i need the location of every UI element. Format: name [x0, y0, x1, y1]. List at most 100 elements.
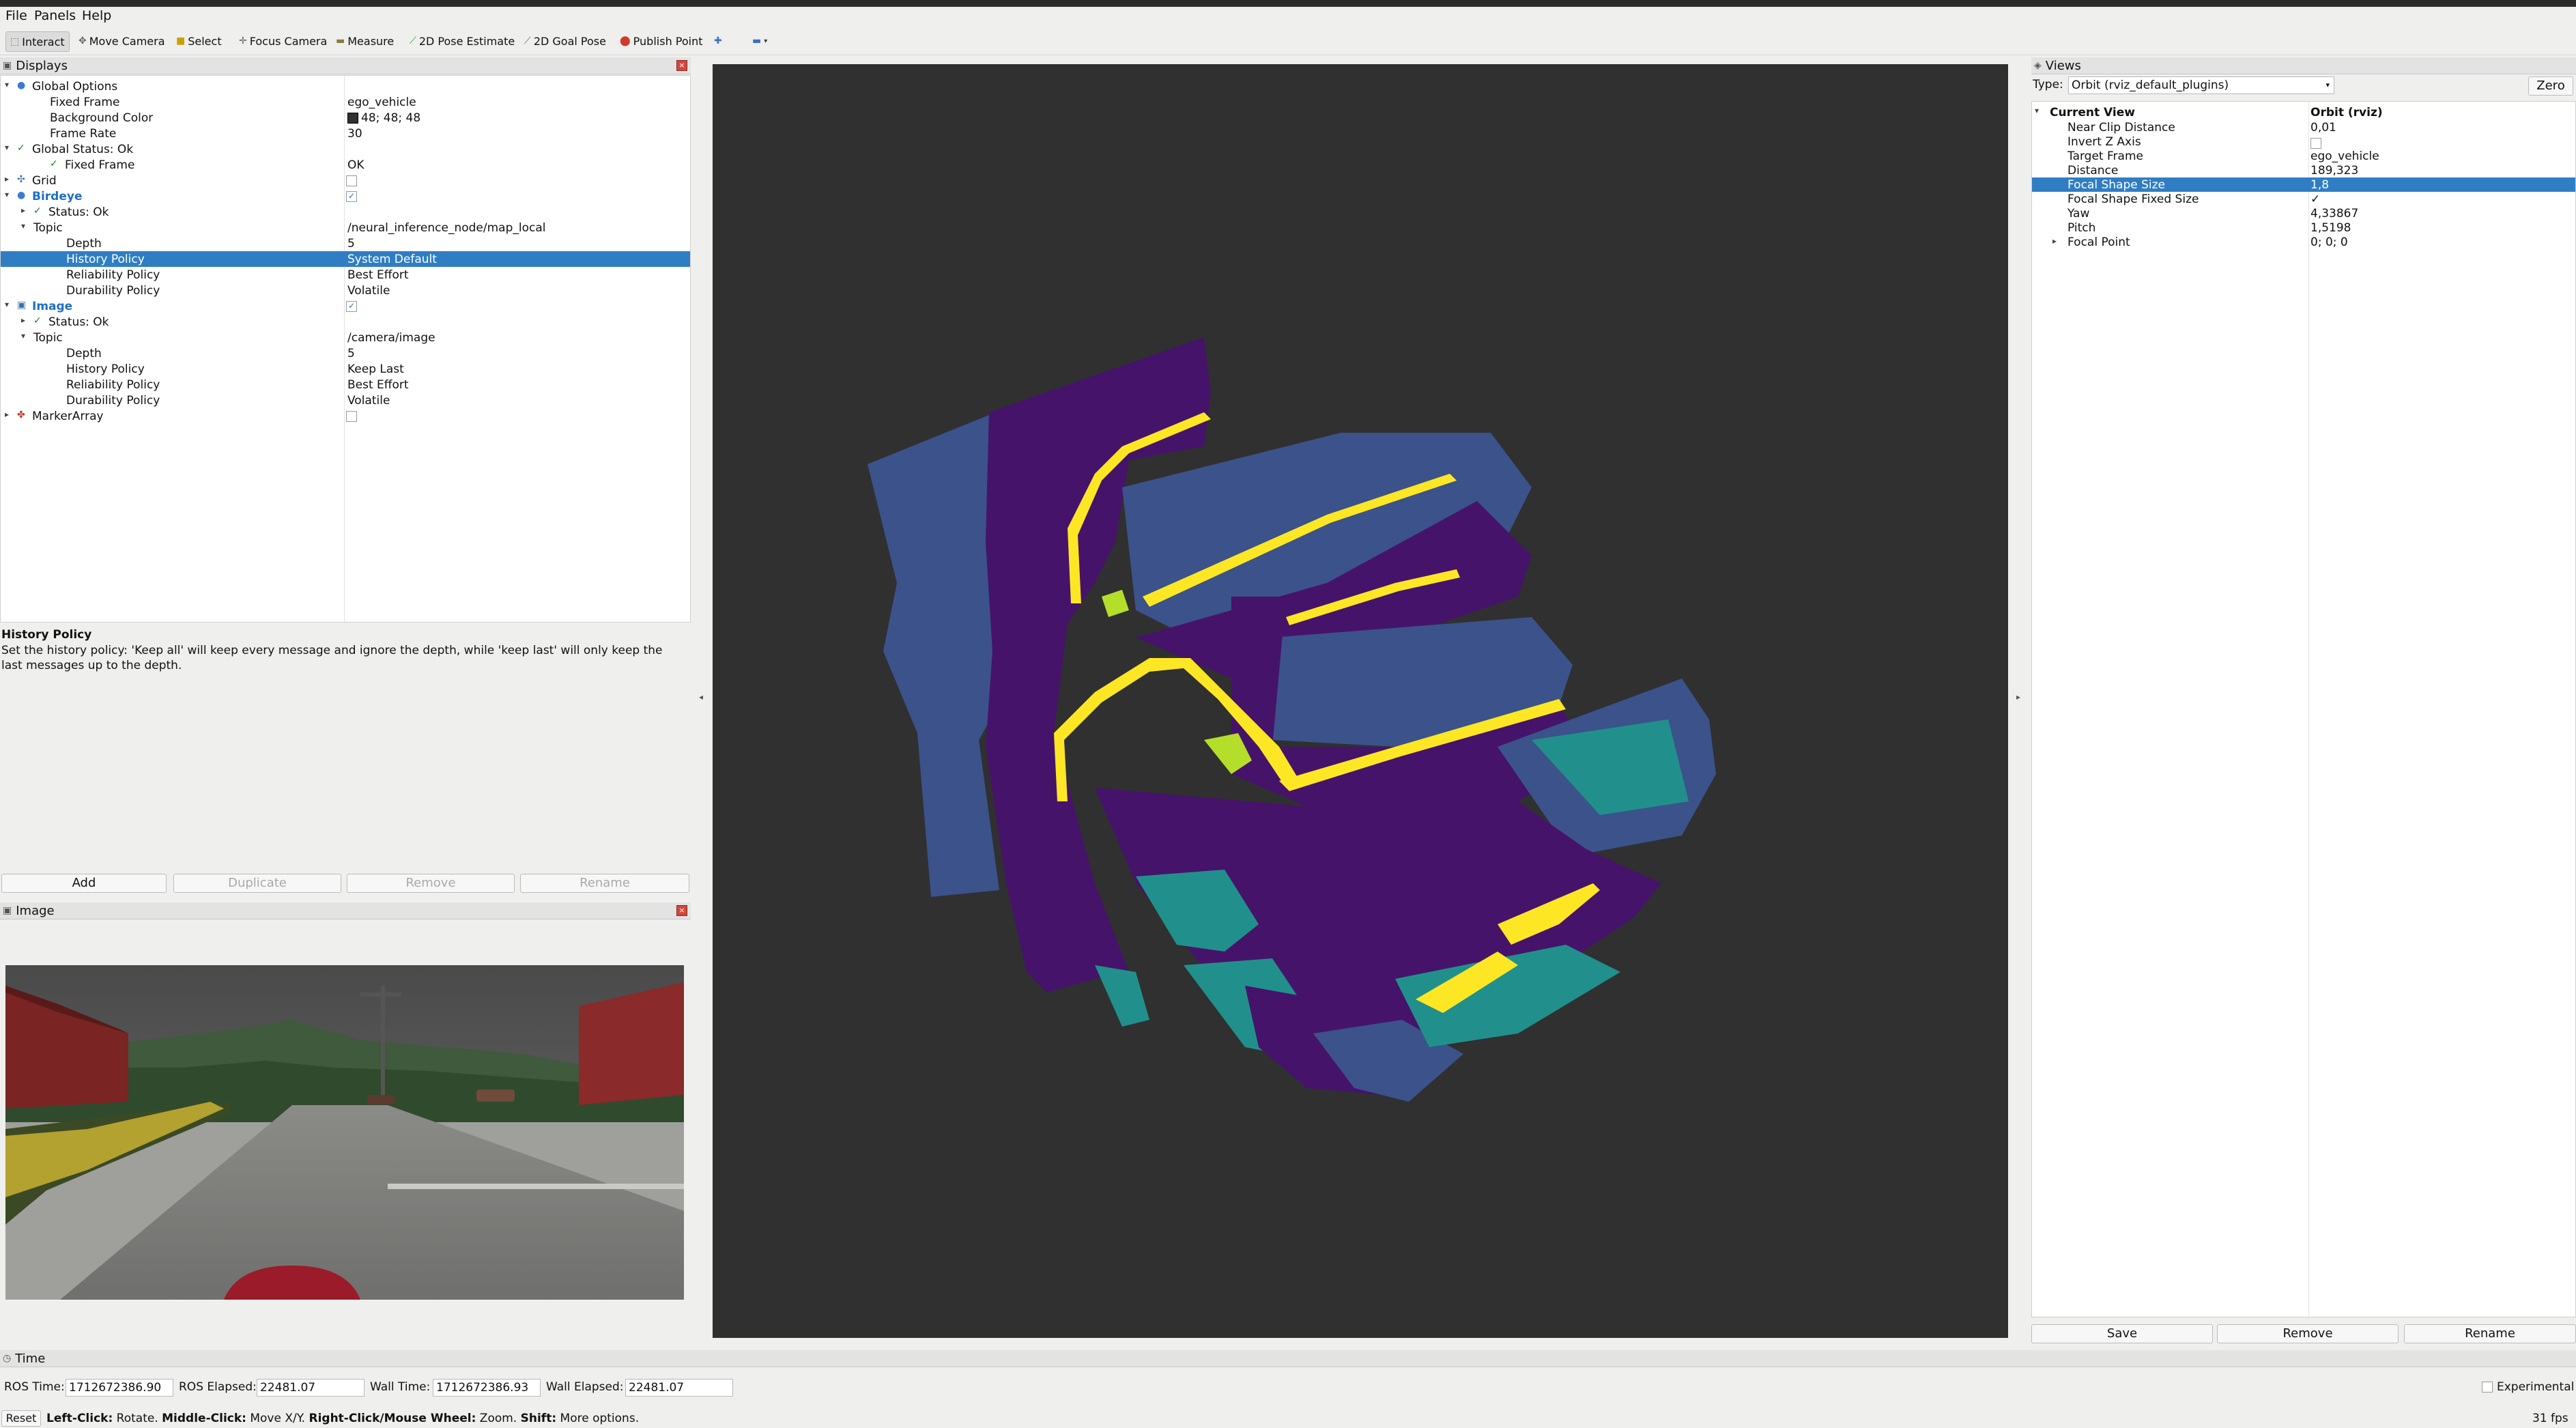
- close-icon[interactable]: ×: [676, 60, 687, 71]
- display-row-value[interactable]: /camera/image: [347, 331, 435, 345]
- remove-view-button[interactable]: Remove: [2217, 1324, 2399, 1343]
- enable-checkbox[interactable]: ✓: [346, 300, 357, 313]
- view-property-value[interactable]: 1,5198: [2310, 221, 2351, 235]
- display-row[interactable]: ▾ ✓ Global Status: Ok: [1, 141, 690, 157]
- invert-z-checkbox[interactable]: [2310, 137, 2321, 150]
- chevron-right-icon[interactable]: ▸: [5, 174, 9, 184]
- display-row[interactable]: Fixed Frame ego_vehicle: [1, 94, 690, 110]
- select-tool-button[interactable]: ■ Select: [176, 31, 222, 51]
- view-property-value[interactable]: 1,8: [2310, 178, 2329, 192]
- close-icon[interactable]: ×: [676, 905, 687, 916]
- view-property-row[interactable]: Distance 189,323: [2032, 163, 2575, 177]
- experimental-checkbox[interactable]: [2482, 1382, 2493, 1393]
- view-property-value[interactable]: ✓: [2310, 192, 2320, 206]
- display-row-value[interactable]: /neural_inference_node/map_local: [347, 221, 546, 235]
- display-row-value[interactable]: Volatile: [347, 284, 390, 298]
- reset-button[interactable]: Reset: [1, 1410, 41, 1427]
- display-row[interactable]: Reliability Policy Best Effort: [1, 267, 690, 283]
- chevron-down-icon[interactable]: ▾: [5, 143, 9, 152]
- rename-display-button[interactable]: Rename: [520, 874, 689, 893]
- chevron-right-icon[interactable]: ▸: [2052, 236, 2057, 246]
- wall-elapsed-field[interactable]: 22481.07: [625, 1379, 733, 1397]
- menu-panels[interactable]: Panels: [34, 8, 76, 23]
- ros-time-field[interactable]: 1712672386.90: [66, 1379, 173, 1397]
- views-tree[interactable]: ▾ Current View Orbit (rviz) Near Clip Di…: [2031, 101, 2576, 1317]
- view-property-row[interactable]: Focal Shape Size 1,8: [2032, 177, 2575, 192]
- view-type-select[interactable]: Orbit (rviz_default_plugins) ▾: [2068, 76, 2334, 94]
- chevron-down-icon[interactable]: ▾: [21, 221, 25, 231]
- display-row[interactable]: ▾ Topic/camera/image: [1, 330, 690, 345]
- move-camera-tool-button[interactable]: ✥ Move Camera: [78, 31, 165, 51]
- view-property-value[interactable]: 189,323: [2310, 164, 2358, 177]
- display-row[interactable]: Frame Rate 30: [1, 126, 690, 141]
- remove-tool-button[interactable]: ▬ ▾: [752, 31, 767, 51]
- chevron-right-icon[interactable]: ▸: [21, 205, 25, 215]
- chevron-down-icon[interactable]: ▾: [5, 190, 9, 199]
- display-row[interactable]: ▾ Topic/neural_inference_node/map_local: [1, 220, 690, 235]
- display-row[interactable]: Depth 5: [1, 345, 690, 361]
- display-row[interactable]: ▾ ● Birdeye ✓: [1, 188, 690, 204]
- display-row[interactable]: History Policy System Default: [1, 251, 690, 267]
- menu-file[interactable]: File: [5, 8, 27, 23]
- goal-pose-tool-button[interactable]: ⟋ 2D Goal Pose: [524, 31, 606, 51]
- color-swatch[interactable]: [347, 113, 358, 124]
- display-row[interactable]: History Policy Keep Last: [1, 361, 690, 377]
- measure-tool-button[interactable]: ▬ Measure: [336, 31, 394, 51]
- display-row-value[interactable]: System Default: [347, 253, 437, 266]
- display-row-value[interactable]: Keep Last: [347, 362, 404, 376]
- enable-checkbox[interactable]: ✓: [346, 190, 357, 203]
- enable-checkbox[interactable]: [346, 410, 357, 423]
- chevron-down-icon[interactable]: ▾: [21, 331, 25, 341]
- zero-view-button[interactable]: Zero: [2528, 76, 2573, 96]
- display-row[interactable]: ▸ ✤ MarkerArray: [1, 408, 690, 424]
- pose-estimate-tool-button[interactable]: ⟋ 2D Pose Estimate: [410, 31, 515, 51]
- display-row[interactable]: ▸ ✓ Status: Ok: [1, 314, 690, 330]
- enable-checkbox[interactable]: [346, 174, 357, 188]
- view-property-value[interactable]: 4,33867: [2310, 207, 2358, 220]
- right-splitter[interactable]: ▸: [2008, 57, 2031, 1350]
- view-property-row[interactable]: Near Clip Distance 0,01: [2032, 120, 2575, 134]
- display-row[interactable]: Depth 5: [1, 235, 690, 251]
- chevron-down-icon[interactable]: ▾: [5, 300, 9, 309]
- current-view-row[interactable]: ▾ Current View Orbit (rviz): [2032, 104, 2575, 120]
- menu-help[interactable]: Help: [82, 8, 111, 23]
- view-property-row[interactable]: Focal Shape Fixed Size ✓: [2032, 192, 2575, 206]
- view-property-row[interactable]: Invert Z Axis: [2032, 134, 2575, 149]
- display-row-value[interactable]: Best Effort: [347, 268, 409, 282]
- view-property-value[interactable]: 0,01: [2310, 121, 2336, 134]
- display-row[interactable]: Reliability Policy Best Effort: [1, 377, 690, 392]
- display-row-value[interactable]: Best Effort: [347, 378, 409, 392]
- displays-tree[interactable]: ▾ ● Global Options Fixed Frame ego_vehicle Ba…: [0, 75, 691, 623]
- display-row[interactable]: ▾ ▣ Image ✓: [1, 298, 690, 314]
- save-view-button[interactable]: Save: [2031, 1324, 2213, 1343]
- display-row-value[interactable]: Volatile: [347, 394, 390, 408]
- display-row-value[interactable]: 30: [347, 127, 362, 141]
- duplicate-display-button[interactable]: Duplicate: [173, 874, 341, 893]
- view-property-value[interactable]: ego_vehicle: [2310, 149, 2379, 163]
- display-row[interactable]: Durability Policy Volatile: [1, 283, 690, 298]
- view-property-value[interactable]: 0; 0; 0: [2310, 235, 2348, 249]
- display-row-value[interactable]: OK: [347, 158, 364, 172]
- rename-view-button[interactable]: Rename: [2404, 1324, 2576, 1343]
- remove-display-button[interactable]: Remove: [347, 874, 515, 893]
- view-property-row[interactable]: Target Frame ego_vehicle: [2032, 149, 2575, 163]
- wall-time-field[interactable]: 1712672386.93: [433, 1379, 541, 1397]
- focus-camera-tool-button[interactable]: ✛ Focus Camera: [239, 31, 327, 51]
- view-property-row[interactable]: Yaw 4,33867: [2032, 206, 2575, 220]
- view-property-row[interactable]: Pitch 1,5198: [2032, 220, 2575, 235]
- render-viewport[interactable]: [713, 64, 2008, 1338]
- interact-tool-button[interactable]: ⬚ Interact: [5, 31, 70, 52]
- display-row-value[interactable]: ego_vehicle: [347, 96, 416, 109]
- display-row[interactable]: Durability Policy Volatile: [1, 392, 690, 408]
- display-row[interactable]: ✓ Fixed Frame OK: [1, 157, 690, 173]
- add-display-button[interactable]: Add: [1, 874, 167, 893]
- left-splitter[interactable]: ◂: [691, 57, 713, 1350]
- display-row[interactable]: ▾ ● Global Options: [1, 78, 690, 94]
- display-row[interactable]: ▸ ✓ Status: Ok: [1, 204, 690, 220]
- display-row-value[interactable]: 48; 48; 48: [361, 111, 420, 125]
- display-row[interactable]: Background Color 48; 48; 48: [1, 110, 690, 126]
- display-row-value[interactable]: 5: [347, 237, 355, 251]
- display-row[interactable]: ▸ ✣ Grid: [1, 173, 690, 188]
- chevron-down-icon[interactable]: ▾: [5, 80, 9, 89]
- ros-elapsed-field[interactable]: 22481.07: [257, 1379, 364, 1397]
